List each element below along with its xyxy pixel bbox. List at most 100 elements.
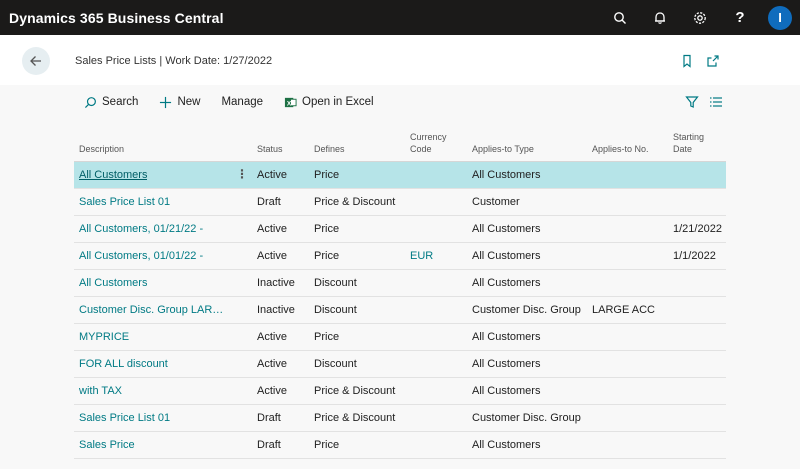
status-cell: Active — [257, 385, 287, 397]
col-currency-line1: Currency — [410, 132, 447, 142]
table-row[interactable]: Customer Disc. Group LARG... Inactive Disc… — [74, 297, 726, 324]
defines-cell: Price — [314, 223, 340, 235]
table-row[interactable]: Sales Price List 01 Draft Price & Discount… — [74, 189, 726, 216]
table-row[interactable]: Sales Price List 01 Draft Price & Discount… — [74, 405, 726, 432]
description-link[interactable]: with TAX — [79, 385, 122, 397]
col-currency-line2: Code — [410, 144, 432, 154]
status-cell: Draft — [257, 439, 281, 451]
col-starting-date[interactable]: Starting Date — [673, 131, 704, 155]
description-link[interactable]: All Customers — [79, 277, 147, 289]
help-icon[interactable]: ? — [720, 0, 760, 35]
defines-cell: Price — [314, 439, 340, 451]
col-defines[interactable]: Defines — [314, 143, 345, 155]
defines-cell: Discount — [314, 358, 357, 370]
open-in-excel-label: Open in Excel — [302, 96, 374, 108]
applies-to-type-cell: All Customers — [472, 277, 541, 289]
applies-to-type-cell: All Customers — [472, 250, 541, 262]
description-link[interactable]: All Customers, 01/01/22 - — [79, 250, 203, 262]
applies-to-type-cell: All Customers — [472, 331, 541, 343]
table-row[interactable]: All Customers, 01/01/22 - Active Price EUR A… — [74, 243, 726, 270]
applies-to-type-cell: All Customers — [472, 439, 541, 451]
defines-cell: Price & Discount — [314, 412, 396, 424]
col-status[interactable]: Status — [257, 143, 283, 155]
grid-body: All Customers Active Price All Customers ⋮ Sa… — [74, 162, 726, 459]
defines-cell: Price — [314, 169, 340, 181]
app-title[interactable]: Dynamics 365 Business Central — [0, 10, 224, 26]
table-row[interactable]: Sales Price Draft Price All Customers — [74, 432, 726, 459]
applies-to-type-cell: All Customers — [472, 169, 541, 181]
status-cell: Active — [257, 358, 287, 370]
svg-text:X: X — [287, 100, 292, 107]
col-description[interactable]: Description — [79, 143, 124, 155]
search-label: Search — [102, 96, 139, 108]
plus-icon — [160, 96, 172, 108]
status-cell: Draft — [257, 412, 281, 424]
applies-to-type-cell: Customer Disc. Group — [472, 412, 581, 424]
starting-date-cell: 1/1/2022 — [673, 250, 716, 262]
filter-icon[interactable] — [682, 94, 702, 110]
applies-to-type-cell: All Customers — [472, 358, 541, 370]
table-row[interactable]: All Customers, 01/21/22 - Active Price All … — [74, 216, 726, 243]
table-row[interactable]: MYPRICE Active Price All Customers — [74, 324, 726, 351]
view-controls — [678, 94, 726, 110]
list-view-icon[interactable] — [706, 94, 726, 110]
table-row[interactable]: All Customers Active Price All Customers ⋮ — [74, 162, 726, 189]
status-cell: Inactive — [257, 277, 295, 289]
app-topbar: Dynamics 365 Business Central ? I — [0, 0, 800, 35]
price-list-grid: Description Status Defines Currency Code … — [74, 126, 726, 459]
avatar[interactable]: I — [768, 5, 792, 30]
defines-cell: Price & Discount — [314, 196, 396, 208]
table-row[interactable]: All Customers Inactive Discount All Custome… — [74, 270, 726, 297]
description-link[interactable]: FOR ALL discount — [79, 358, 168, 370]
starting-date-cell: 1/21/2022 — [673, 223, 722, 235]
grid-header: Description Status Defines Currency Code … — [74, 126, 726, 162]
col-currency-code[interactable]: Currency Code — [410, 131, 447, 155]
defines-cell: Discount — [314, 304, 357, 316]
manage-label: Manage — [221, 96, 264, 108]
bookmark-icon[interactable] — [680, 54, 694, 68]
row-more-options-icon[interactable]: ⋮ — [236, 167, 248, 181]
search-button[interactable]: Search — [84, 96, 138, 109]
table-row[interactable]: FOR ALL discount Active Discount All Custom… — [74, 351, 726, 378]
description-link[interactable]: Sales Price — [79, 439, 135, 451]
status-cell: Active — [257, 169, 287, 181]
back-button[interactable] — [22, 47, 50, 75]
open-in-excel-button[interactable]: X Open in Excel — [284, 96, 374, 109]
description-link[interactable]: Customer Disc. Group LARG... — [79, 304, 229, 316]
description-link[interactable]: Sales Price List 01 — [79, 196, 170, 208]
open-new-window-icon[interactable] — [706, 54, 720, 68]
defines-cell: Discount — [314, 277, 357, 289]
description-link[interactable]: All Customers — [79, 169, 147, 181]
applies-to-type-cell: Customer Disc. Group — [472, 304, 581, 316]
manage-menu[interactable]: Manage — [221, 96, 263, 108]
applies-to-type-cell: Customer — [472, 196, 520, 208]
description-link[interactable]: MYPRICE — [79, 331, 129, 343]
status-cell: Active — [257, 223, 287, 235]
status-cell: Draft — [257, 196, 281, 208]
currency-code-cell[interactable]: EUR — [410, 250, 433, 262]
description-link[interactable]: All Customers, 01/21/22 - — [79, 223, 203, 235]
bell-icon[interactable] — [640, 0, 680, 35]
page-title: Sales Price Lists | Work Date: 1/27/2022 — [75, 55, 273, 67]
search-icon[interactable] — [600, 0, 640, 35]
excel-icon: X — [284, 97, 297, 107]
applies-to-type-cell: All Customers — [472, 223, 541, 235]
new-button[interactable]: New — [159, 96, 200, 109]
applies-to-type-cell: All Customers — [472, 385, 541, 397]
defines-cell: Price — [314, 331, 340, 343]
col-starting-line2: Date — [673, 144, 693, 154]
defines-cell: Price — [314, 250, 340, 262]
defines-cell: Price & Discount — [314, 385, 396, 397]
search-icon — [84, 96, 96, 108]
status-cell: Active — [257, 250, 287, 262]
action-bar: Search New Manage X Open in Excel — [74, 88, 726, 116]
table-row[interactable]: with TAX Active Price & Discount All Custom… — [74, 378, 726, 405]
status-cell: Inactive — [257, 304, 295, 316]
applies-to-no-cell: LARGE ACC — [592, 304, 655, 316]
col-applies-to-no[interactable]: Applies-to No. — [592, 143, 649, 155]
topbar-icons: ? I — [600, 0, 800, 35]
col-applies-to-type[interactable]: Applies-to Type — [472, 143, 534, 155]
description-link[interactable]: Sales Price List 01 — [79, 412, 170, 424]
page-header: Sales Price Lists | Work Date: 1/27/2022 — [0, 35, 800, 85]
gear-icon[interactable] — [680, 0, 720, 35]
